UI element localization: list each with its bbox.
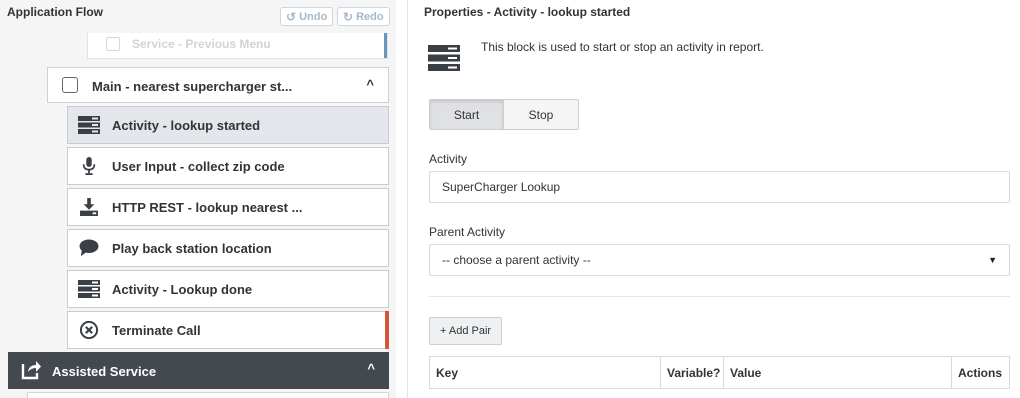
parent-activity-select[interactable]: -- choose a parent activity -- ▼ <box>429 244 1010 276</box>
microphone-icon <box>82 157 96 175</box>
redo-button[interactable]: ↻ Redo <box>337 7 390 26</box>
start-stop-toggle: Start Stop <box>429 99 579 130</box>
activity-icon <box>78 116 100 134</box>
transfer-icon <box>21 361 41 380</box>
column-header-variable: Variable? <box>661 357 724 388</box>
key-value-table-header: Key Variable? Value Actions <box>429 356 1010 389</box>
dropdown-caret-icon: ▼ <box>988 255 997 265</box>
column-header-key: Key <box>430 357 661 388</box>
flow-block-terminate-call[interactable]: Terminate Call <box>67 311 389 349</box>
task-group-assisted-service[interactable]: Assisted Service ^ <box>8 352 389 389</box>
column-header-actions: Actions <box>958 365 1003 380</box>
activity-icon <box>428 45 460 71</box>
block-label: Play back station location <box>112 241 272 256</box>
checkbox[interactable] <box>106 37 120 51</box>
flow-block-user-input[interactable]: User Input - collect zip code <box>67 147 389 185</box>
activity-label: Activity <box>429 152 468 166</box>
activity-icon <box>78 280 100 298</box>
block-label: Activity - Lookup done <box>112 282 253 297</box>
undo-label: Undo <box>299 10 328 23</box>
chevron-up-icon[interactable]: ^ <box>367 361 375 376</box>
terminate-accent-bar <box>385 311 389 349</box>
redo-icon: ↻ <box>343 9 354 24</box>
scroll-accent <box>384 33 387 58</box>
task-group-header[interactable]: Main - nearest supercharger st... ^ <box>47 67 389 103</box>
start-button[interactable]: Start <box>430 100 504 129</box>
activity-value: SuperCharger Lookup <box>442 180 561 194</box>
add-pair-button[interactable]: + Add Pair <box>429 317 503 345</box>
stop-button[interactable]: Stop <box>504 100 578 129</box>
properties-panel: Properties - Activity - lookup started T… <box>408 0 1020 398</box>
flow-item-previous-menu[interactable]: Service - Previous Menu <box>87 33 388 59</box>
application-flow-panel: Application Flow ↺ Undo ↻ Redo Service -… <box>0 0 396 398</box>
redo-label: Redo <box>356 10 384 23</box>
block-label: HTTP REST - lookup nearest ... <box>112 200 303 215</box>
terminate-call-icon <box>79 321 99 339</box>
undo-icon: ↺ <box>286 9 297 24</box>
speech-bubble-icon <box>79 239 99 257</box>
panel-title: Application Flow <box>7 5 103 19</box>
block-label: Activity - lookup started <box>112 118 261 133</box>
flow-block-http-rest[interactable]: HTTP REST - lookup nearest ... <box>67 188 389 226</box>
group-label: Assisted Service <box>52 364 157 379</box>
block-description: This block is used to start or stop an a… <box>481 40 764 54</box>
group-checkbox[interactable] <box>62 77 78 93</box>
group-label: Main - nearest supercharger st... <box>92 79 293 94</box>
parent-activity-label: Parent Activity <box>429 225 506 239</box>
activity-input[interactable]: SuperCharger Lookup <box>429 171 1010 203</box>
parent-activity-selected: -- choose a parent activity -- <box>442 253 591 267</box>
chevron-up-icon[interactable]: ^ <box>366 77 374 92</box>
flow-block-activity-lookup-started[interactable]: Activity - lookup started <box>67 106 389 144</box>
next-item-edge <box>27 392 389 398</box>
block-label: Terminate Call <box>112 323 201 338</box>
undo-button[interactable]: ↺ Undo <box>280 7 334 26</box>
block-label: User Input - collect zip code <box>112 159 285 174</box>
flow-block-activity-lookup-done[interactable]: Activity - Lookup done <box>67 270 389 308</box>
flow-item-label: Service - Previous Menu <box>132 37 271 51</box>
download-icon <box>80 198 98 216</box>
properties-title: Properties - Activity - lookup started <box>424 5 631 19</box>
flow-block-play-back[interactable]: Play back station location <box>67 229 389 267</box>
column-header-value: Value <box>724 357 952 388</box>
section-divider <box>429 296 1010 297</box>
